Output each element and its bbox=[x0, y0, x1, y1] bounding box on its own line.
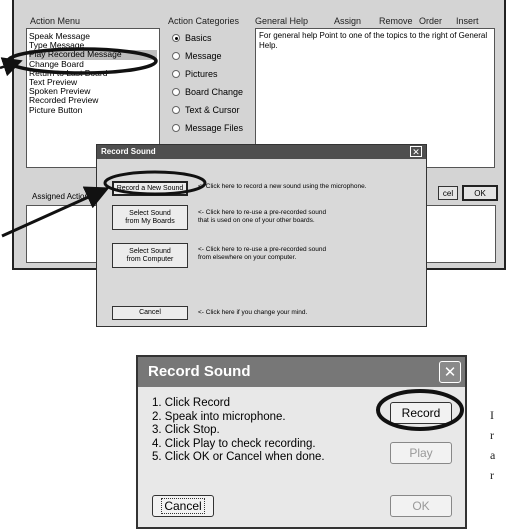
arrow-icon bbox=[1, 186, 110, 238]
annotation-overlay bbox=[0, 47, 464, 431]
highlight-ellipse bbox=[376, 389, 464, 431]
highlight-ellipse bbox=[103, 170, 207, 196]
highlight-ellipse bbox=[6, 47, 158, 75]
